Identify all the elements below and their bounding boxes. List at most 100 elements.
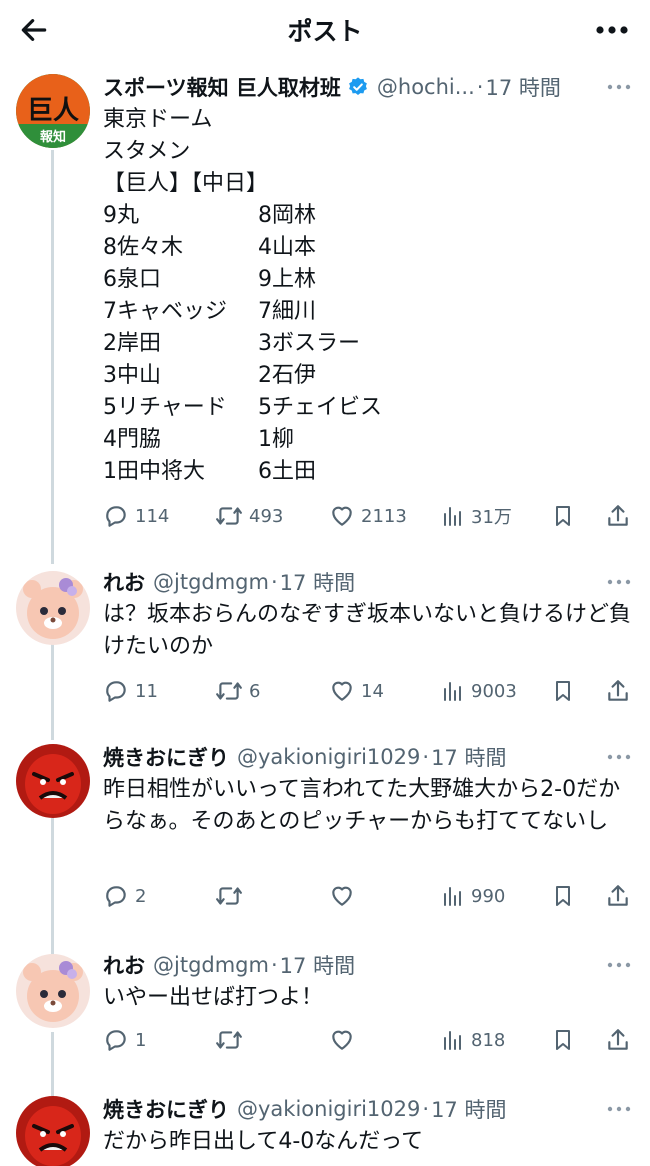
bear-avatar-icon xyxy=(16,954,90,1028)
reply-tweet[interactable]: 焼きおにぎり @yakionigiri1029 · 17 時間 だから昨日出して… xyxy=(0,1092,650,1166)
reply-button[interactable]: 2 xyxy=(103,878,146,914)
lineup-chunichi-player: 1柳 xyxy=(258,427,294,452)
avatar-subtext: 報知 xyxy=(40,129,66,145)
share-icon xyxy=(608,505,628,526)
hochi-logo: 巨人 報知 xyxy=(16,74,90,148)
tweet-more-button[interactable] xyxy=(604,950,634,980)
retweet-icon xyxy=(216,887,242,905)
author-name[interactable]: 焼きおにぎり xyxy=(103,1094,229,1124)
like-button[interactable] xyxy=(329,1022,355,1058)
author-handle[interactable]: @hochi... xyxy=(377,75,475,99)
retweet-button[interactable] xyxy=(215,1022,243,1058)
share-button[interactable] xyxy=(605,673,631,709)
timestamp[interactable]: 17 時間 xyxy=(280,950,355,980)
share-button[interactable] xyxy=(605,498,631,534)
views-button[interactable]: 9003 xyxy=(441,673,517,709)
lineup-row: 7キャベッジ 7細川 xyxy=(103,296,634,328)
bookmark-button[interactable] xyxy=(551,673,575,709)
timestamp[interactable]: 17 時間 xyxy=(431,742,506,772)
reply-button[interactable]: 1 xyxy=(103,1022,146,1058)
view-count: 818 xyxy=(471,1029,506,1051)
heart-icon xyxy=(332,886,352,906)
lineup-giants-player: 6泉口 xyxy=(103,267,161,292)
avatar[interactable] xyxy=(16,744,90,818)
reply-tweet[interactable]: れお @jtgdmgm · 17 時間 は？坂本おらんのなぞすぎ坂本いないと負け… xyxy=(0,565,650,725)
view-count: 31万 xyxy=(471,507,512,528)
timestamp[interactable]: 17 時間 xyxy=(485,72,560,102)
main-tweet[interactable]: 巨人 報知 スポーツ報知 巨人取材班 @hochi... · 17 時間 東京ド… xyxy=(0,70,650,550)
views-button[interactable]: 818 xyxy=(441,1022,505,1058)
share-button[interactable] xyxy=(605,1022,631,1058)
tweet-text: いやー出せば打つよ！ xyxy=(103,985,324,1010)
heart-icon xyxy=(332,1030,352,1050)
timestamp[interactable]: 17 時間 xyxy=(280,567,355,597)
views-button[interactable]: 31万 xyxy=(441,498,512,534)
lineup-row: 8佐々木 4山本 xyxy=(103,232,634,264)
avatar-text: 巨人 xyxy=(27,96,79,126)
more-icon xyxy=(607,962,631,968)
reply-button[interactable]: 114 xyxy=(103,498,169,534)
author-name[interactable]: スポーツ報知 巨人取材班 xyxy=(103,72,341,102)
lineup-chunichi-player: 5チェイビス xyxy=(258,395,382,420)
tweet-more-button[interactable] xyxy=(604,72,634,102)
retweet-icon xyxy=(216,507,242,525)
separator-dot: · xyxy=(476,75,484,99)
like-button[interactable]: 14 xyxy=(329,673,384,709)
reply-count: 2 xyxy=(135,885,147,907)
views-icon xyxy=(444,682,461,701)
retweet-button[interactable]: 493 xyxy=(215,498,283,534)
like-button[interactable]: 2113 xyxy=(329,498,407,534)
bookmark-button[interactable] xyxy=(551,498,575,534)
reply-tweet[interactable]: れお @jtgdmgm · 17 時間 いやー出せば打つよ！ 1 818 xyxy=(0,948,650,1078)
avatar[interactable] xyxy=(16,1096,90,1166)
tweet-more-button[interactable] xyxy=(604,567,634,597)
retweet-button[interactable] xyxy=(215,878,243,914)
view-count: 9003 xyxy=(471,680,517,702)
bookmark-icon xyxy=(556,886,570,906)
bookmark-button[interactable] xyxy=(551,878,575,914)
reply-button[interactable]: 11 xyxy=(103,673,158,709)
author-handle[interactable]: @yakionigiri1029 xyxy=(237,1097,420,1121)
author-handle[interactable]: @yakionigiri1029 xyxy=(237,745,420,769)
reply-tweet[interactable]: 焼きおにぎり @yakionigiri1029 · 17 時間 昨日相性がいいっ… xyxy=(0,740,650,930)
author-handle[interactable]: @jtgdmgm xyxy=(153,953,269,977)
lineup-giants-player: 7キャベッジ xyxy=(103,299,227,324)
bookmark-icon xyxy=(556,681,570,701)
lineup-chunichi-player: 7細川 xyxy=(258,299,316,324)
reply-count: 11 xyxy=(135,680,158,702)
avatar[interactable] xyxy=(16,954,90,1028)
tweet-line: スタメン xyxy=(103,139,191,164)
retweet-icon xyxy=(216,682,242,700)
author-name[interactable]: れお xyxy=(103,950,145,980)
like-count: 14 xyxy=(361,680,384,702)
views-button[interactable]: 990 xyxy=(441,878,505,914)
lineup-row: 3中山 2石伊 xyxy=(103,360,634,392)
retweet-count: 493 xyxy=(249,505,284,527)
lineup-header: 【巨人】【中日】 xyxy=(103,171,269,196)
avatar[interactable] xyxy=(16,571,90,645)
share-button[interactable] xyxy=(605,878,631,914)
more-options-button[interactable] xyxy=(590,12,634,48)
bookmark-icon xyxy=(556,506,570,526)
lineup-row: 5リチャード 5チェイビス xyxy=(103,392,634,424)
author-handle[interactable]: @jtgdmgm xyxy=(153,570,269,594)
retweet-button[interactable]: 6 xyxy=(215,673,260,709)
separator-dot: · xyxy=(270,570,278,594)
bookmark-icon xyxy=(556,1030,570,1050)
avatar[interactable]: 巨人 報知 xyxy=(16,74,90,148)
views-icon xyxy=(444,887,461,906)
bookmark-button[interactable] xyxy=(551,1022,575,1058)
reply-icon xyxy=(106,681,126,702)
author-name[interactable]: 焼きおにぎり xyxy=(103,742,229,772)
verified-badge-icon xyxy=(347,76,369,98)
lineup-chunichi-player: 3ボスラー xyxy=(258,331,360,356)
lineup-row: 6泉口 9上林 xyxy=(103,264,634,296)
retweet-icon xyxy=(216,1031,242,1049)
tweet-more-button[interactable] xyxy=(604,742,634,772)
page-title: ポスト xyxy=(287,17,363,46)
more-icon xyxy=(596,26,628,34)
timestamp[interactable]: 17 時間 xyxy=(431,1094,506,1124)
like-button[interactable] xyxy=(329,878,355,914)
tweet-more-button[interactable] xyxy=(604,1094,634,1124)
author-name[interactable]: れお xyxy=(103,567,145,597)
